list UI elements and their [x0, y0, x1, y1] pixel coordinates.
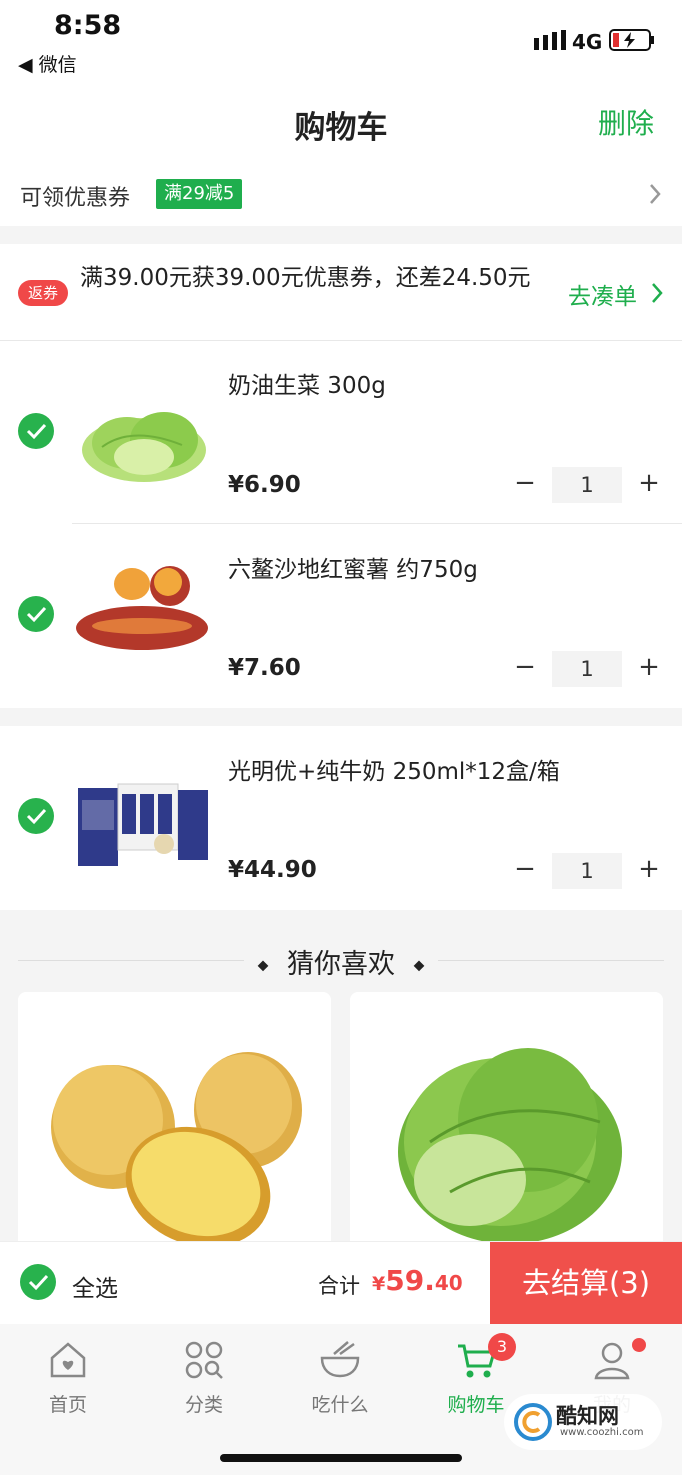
bowl-icon — [320, 1341, 360, 1378]
tab-label: 首页 — [48, 1394, 87, 1416]
promo-badge: 返券 — [18, 280, 68, 306]
recommended-product-card[interactable] — [18, 992, 331, 1252]
item-name[interactable]: 光明优+纯牛奶 250ml*12盒/箱 — [228, 752, 560, 786]
diamond-icon: ◆ — [257, 957, 269, 974]
qty-input[interactable]: 1 — [552, 853, 622, 889]
page-header: 购物车 删除 — [0, 82, 682, 164]
item-name[interactable]: 六鳌沙地红蜜薯 约750g — [228, 550, 478, 584]
product-image-potato — [51, 1052, 302, 1248]
chevron-right-icon[interactable] — [650, 281, 664, 305]
chevron-right-icon — [650, 184, 661, 204]
home-indicator — [220, 1454, 462, 1462]
divider — [0, 340, 682, 341]
currency-symbol: ¥ — [372, 1273, 386, 1295]
decrease-qty-button[interactable]: − — [510, 468, 540, 498]
item-checkbox[interactable] — [18, 798, 54, 834]
diamond-icon: ◆ — [413, 957, 425, 974]
select-all-checkbox[interactable] — [20, 1264, 56, 1300]
recommended-product-card[interactable] — [350, 992, 663, 1252]
product-image-romaine — [398, 1048, 622, 1244]
product-image-sweet-potato[interactable] — [72, 556, 212, 666]
checkout-bar: 全选 合计 ¥59.40 去结算(3) — [0, 1241, 682, 1325]
coupon-label: 可领优惠券 — [20, 186, 131, 211]
watermark-text: 酷知网 — [556, 1404, 619, 1428]
qty-input[interactable]: 1 — [552, 467, 622, 503]
watermark-logo-icon — [514, 1403, 552, 1441]
qty-input[interactable]: 1 — [552, 651, 622, 687]
page-title: 购物车 — [294, 110, 388, 146]
tab-category[interactable]: 分类 — [136, 1338, 272, 1417]
item-price: ¥44.90 — [228, 857, 317, 883]
tab-label: 吃什么 — [311, 1394, 369, 1416]
delete-button[interactable]: 删除 — [598, 102, 654, 142]
increase-qty-button[interactable]: + — [634, 468, 664, 498]
checkout-button[interactable]: 去结算(3) — [490, 1242, 682, 1325]
divider — [72, 523, 682, 524]
increase-qty-button[interactable]: + — [634, 652, 664, 682]
signal-icon — [534, 30, 566, 50]
total-amount-integer: 59. — [385, 1264, 435, 1297]
increase-qty-button[interactable]: + — [634, 854, 664, 884]
tab-label: 分类 — [184, 1394, 223, 1416]
home-icon — [50, 1342, 86, 1378]
back-to-app-link[interactable]: ◀ 微信 — [18, 50, 77, 77]
status-time: 8:58 — [54, 10, 122, 41]
total-amount-decimal: 40 — [434, 1271, 463, 1295]
recommendations-title-text: 猜你喜欢 — [287, 949, 395, 980]
network-type: 4G — [572, 30, 603, 54]
decrease-qty-button[interactable]: − — [510, 854, 540, 884]
battery-icon — [609, 29, 654, 51]
tab-home[interactable]: 首页 — [0, 1338, 136, 1417]
watermark-url: www.coozhi.com — [560, 1427, 644, 1438]
coupon-tag: 满29减5 — [156, 179, 243, 209]
decrease-qty-button[interactable]: − — [510, 652, 540, 682]
notification-dot — [632, 1338, 646, 1352]
recommendations-title: ◆ 猜你喜欢 ◆ — [0, 942, 682, 981]
product-image-lettuce[interactable] — [72, 385, 212, 495]
item-checkbox[interactable] — [18, 413, 54, 449]
category-icon — [185, 1341, 223, 1379]
total-amount: ¥59.40 — [372, 1264, 463, 1297]
total-label: 合计 — [318, 1274, 360, 1298]
select-all-label[interactable]: 全选 — [72, 1269, 118, 1303]
item-name[interactable]: 奶油生菜 300g — [228, 366, 386, 400]
coupon-row[interactable]: 可领优惠券 满29减5 — [0, 164, 682, 226]
item-price: ¥7.60 — [228, 655, 301, 681]
tab-what-to-eat[interactable]: 吃什么 — [272, 1338, 408, 1417]
product-image-milk[interactable] — [72, 770, 212, 880]
add-more-link[interactable]: 去凑单 — [568, 277, 637, 311]
item-checkbox[interactable] — [18, 596, 54, 632]
item-price: ¥6.90 — [228, 472, 301, 498]
cart-count-badge: 3 — [488, 1333, 516, 1361]
promo-text: 满39.00元获39.00元优惠券，还差24.50元 — [80, 265, 531, 291]
profile-icon — [594, 1342, 630, 1380]
